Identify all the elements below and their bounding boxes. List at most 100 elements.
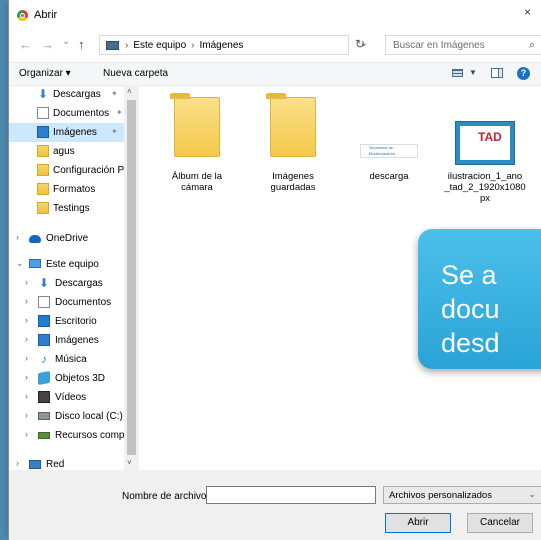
sidebar-item-documentos[interactable]: › Documentos: [9, 293, 124, 312]
pin-icon: ✦: [111, 89, 118, 98]
sidebar-item-onedrive[interactable]: › OneDrive: [9, 229, 124, 248]
file-item-imagenes-guardadas[interactable]: Imágenes guardadas: [252, 85, 334, 205]
sidebar-item-testings[interactable]: Testings: [9, 199, 124, 218]
refresh-button[interactable]: ↻: [355, 37, 365, 51]
sidebar-item-label: Testings: [53, 203, 90, 214]
expand-chevron-icon[interactable]: ›: [25, 277, 28, 287]
sidebar-item-label: Documentos: [55, 297, 112, 308]
back-button[interactable]: ←: [19, 37, 32, 52]
file-name: Imágenes guardadas: [270, 171, 316, 193]
sidebar-item-label: Recursos compa: [55, 430, 131, 441]
sidebar-item-label: Descargas: [55, 278, 103, 289]
document-icon: [37, 107, 49, 119]
image-thumbnail: TAD: [455, 121, 515, 165]
dialog-footer: Nombre de archivo: ⌄ Archivos personaliz…: [9, 470, 541, 540]
sidebar-item-recursos-compartidos[interactable]: › Recursos compa: [9, 426, 130, 445]
file-item-ilustracion-tad[interactable]: TAD ilustracion_1_ano _tad_2_1920x1080 p…: [444, 85, 526, 205]
preview-pane-icon[interactable]: [491, 68, 503, 78]
sidebar-item-label: Red: [46, 459, 65, 470]
breadcrumb-this-pc[interactable]: Este equipo: [133, 40, 186, 51]
chevron-down-icon: ⌄: [528, 489, 536, 499]
pictures-icon: [38, 334, 50, 346]
expand-chevron-icon[interactable]: ›: [25, 315, 28, 325]
presentation-callout: Se a docu desd: [418, 229, 541, 369]
breadcrumb-pictures[interactable]: Imágenes: [200, 40, 244, 51]
sidebar-item-objetos-3d[interactable]: › Objetos 3D: [9, 369, 124, 388]
expand-chevron-icon[interactable]: ›: [25, 296, 28, 306]
expand-chevron-icon[interactable]: ›: [25, 410, 28, 420]
sidebar-item-label: Vídeos: [55, 392, 87, 403]
sidebar-item-label: Imágenes: [53, 127, 97, 138]
pin-icon: ✦: [111, 127, 118, 136]
file-item-album-camara[interactable]: Álbum de la cámara: [156, 85, 238, 205]
navigation-pane: ⬇ Descargas ✦ Documentos ✦ Imágenes ✦ ag…: [9, 85, 139, 470]
sidebar-scrollbar-thumb[interactable]: [127, 100, 136, 455]
search-input[interactable]: Buscar en Imágenes ⌕: [385, 35, 541, 55]
filename-label: Nombre de archivo:: [122, 491, 210, 502]
open-button[interactable]: Abrir: [385, 513, 451, 533]
desktop-icon: [38, 315, 50, 327]
sidebar-item-documentos-quick[interactable]: Documentos ✦: [9, 104, 124, 123]
sidebar-item-descargas-quick[interactable]: ⬇ Descargas ✦: [9, 85, 124, 104]
expand-chevron-icon[interactable]: ›: [16, 232, 19, 242]
expand-chevron-icon[interactable]: ›: [25, 429, 28, 439]
address-bar[interactable]: › Este equipo › Imágenes ⌄: [99, 35, 368, 55]
disk-icon: [38, 412, 50, 420]
file-type-select[interactable]: Archivos personalizados ⌄: [383, 486, 541, 504]
sidebar-item-configuracion[interactable]: Configuración P: [9, 161, 124, 180]
sidebar-item-agus[interactable]: agus: [9, 142, 124, 161]
tad-logo: TAD: [478, 130, 502, 144]
sidebar-item-imagenes-quick[interactable]: Imágenes ✦: [9, 123, 124, 142]
sidebar-item-label: Música: [55, 354, 87, 365]
search-placeholder: Buscar en Imágenes: [393, 40, 485, 51]
forward-button[interactable]: →: [41, 37, 54, 52]
sidebar-item-escritorio[interactable]: › Escritorio: [9, 312, 124, 331]
expand-chevron-icon[interactable]: ›: [25, 372, 28, 382]
sidebar-item-label: Configuración P: [53, 165, 125, 176]
scroll-up-icon[interactable]: ˄: [127, 87, 132, 96]
file-item-descarga[interactable]: Secretaría de Modernización Presidencia …: [348, 85, 430, 205]
close-button[interactable]: ×: [524, 5, 541, 19]
folder-icon: [37, 202, 49, 214]
file-type-value: Archivos personalizados: [389, 490, 492, 501]
file-name: Álbum de la cámara: [171, 171, 223, 193]
sidebar-item-musica[interactable]: › ♪ Música: [9, 350, 124, 369]
folder-icon: [266, 93, 316, 157]
sidebar-item-descargas[interactable]: › ⬇ Descargas: [9, 274, 124, 293]
view-dropdown-icon[interactable]: ▼: [469, 68, 477, 77]
scroll-down-icon[interactable]: ˅: [127, 458, 132, 467]
recent-locations-button[interactable]: ⌄: [62, 36, 70, 47]
video-icon: [38, 391, 50, 403]
organize-menu[interactable]: Organizar ▾: [19, 68, 71, 79]
folder-icon: [170, 93, 220, 157]
sidebar-item-label: Formatos: [53, 184, 96, 195]
sidebar-item-imagenes[interactable]: › Imágenes: [9, 331, 124, 350]
expand-chevron-icon[interactable]: ›: [16, 458, 19, 468]
expand-chevron-icon[interactable]: ›: [25, 391, 28, 401]
3d-objects-icon: [38, 370, 50, 386]
sidebar-item-videos[interactable]: › Vídeos: [9, 388, 124, 407]
title-bar: Abrir ×: [9, 0, 541, 30]
navigation-bar: ← → ⌄ ↑ › Este equipo › Imágenes ⌄ ↻ Buscar…: [9, 34, 541, 56]
sidebar-item-este-equipo[interactable]: ⌄ Este equipo: [9, 255, 124, 274]
up-button[interactable]: ↑: [78, 37, 85, 52]
sidebar-item-formatos[interactable]: Formatos: [9, 180, 124, 199]
music-icon: ♪: [41, 352, 47, 366]
help-icon[interactable]: ?: [517, 67, 530, 80]
pictures-icon: [37, 126, 49, 138]
expand-chevron-icon[interactable]: ›: [25, 334, 28, 344]
sidebar-item-red[interactable]: › Red: [9, 455, 124, 470]
sidebar-item-disco-local[interactable]: › Disco local (C:): [9, 407, 124, 426]
sidebar-item-label: Escritorio: [55, 316, 97, 327]
expand-chevron-icon[interactable]: ›: [25, 353, 28, 363]
command-bar: Organizar ▾ Nueva carpeta ▼ ?: [9, 62, 541, 86]
download-icon: ⬇: [38, 276, 50, 290]
sidebar-item-label: Imágenes: [55, 335, 99, 346]
new-folder-button[interactable]: Nueva carpeta: [103, 68, 168, 79]
cancel-button[interactable]: Cancelar: [467, 513, 533, 533]
view-options-icon[interactable]: [452, 69, 463, 77]
file-name: ilustracion_1_ano _tad_2_1920x1080 px: [444, 171, 526, 204]
collapse-chevron-icon[interactable]: ⌄: [16, 258, 24, 269]
filename-input[interactable]: ⌄: [206, 486, 376, 504]
sidebar-item-label: OneDrive: [46, 233, 89, 244]
